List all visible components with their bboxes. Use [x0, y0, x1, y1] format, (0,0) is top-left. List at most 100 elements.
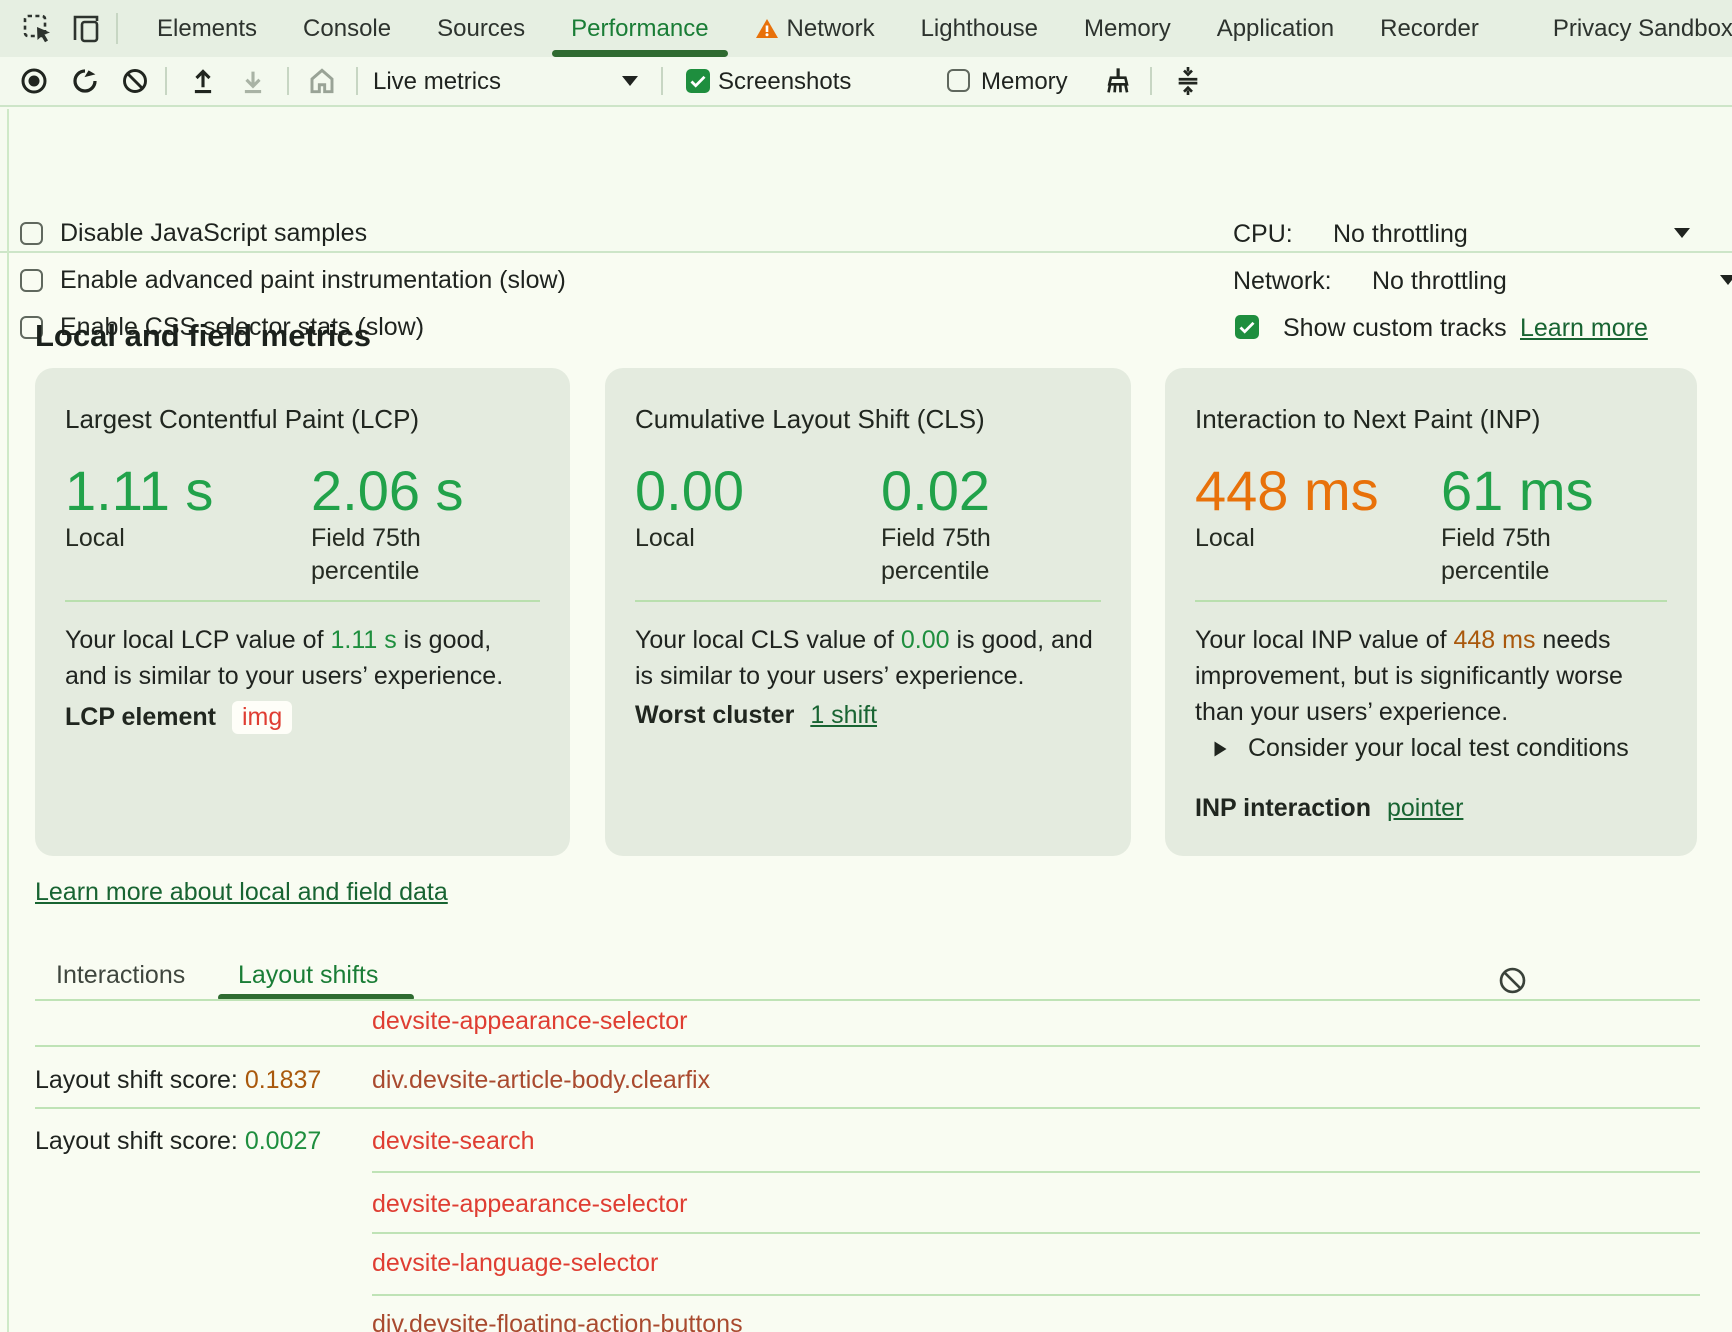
score-label: Layout shift score:	[35, 1127, 245, 1155]
layout-shift-score: Layout shift score: 0.0027	[35, 1127, 321, 1156]
tab-label: Console	[303, 15, 391, 43]
memory-label: Memory	[981, 68, 1068, 96]
device-toolbar-icon[interactable]	[70, 14, 104, 44]
inp-interaction-link[interactable]: pointer	[1387, 794, 1463, 823]
worst-cluster-label: Worst cluster	[635, 701, 794, 730]
card-title: Cumulative Layout Shift (CLS)	[635, 404, 985, 435]
card-title: Largest Contentful Paint (LCP)	[65, 404, 419, 435]
desc-value: 448 ms	[1454, 626, 1536, 654]
tab-label: Network	[787, 15, 875, 43]
inp-interaction-row: INP interaction pointer	[1195, 794, 1463, 823]
inp-card: Interaction to Next Paint (INP) 448 ms 6…	[1165, 368, 1697, 856]
inp-description: Your local INP value of 448 ms needs imp…	[1195, 622, 1657, 730]
tab-layout-shifts[interactable]: Layout shifts	[238, 961, 378, 990]
lcp-element-row: LCP element img	[65, 701, 292, 734]
tab-elements[interactable]: Elements	[134, 0, 280, 57]
advanced-paint-checkbox[interactable]	[20, 269, 43, 292]
disable-js-samples-option: Disable JavaScript samples	[20, 219, 367, 248]
field-label: Field 75th percentile	[881, 522, 1051, 588]
custom-tracks-label: Show custom tracks	[1283, 314, 1507, 343]
tab-lighthouse[interactable]: Lighthouse	[898, 0, 1061, 57]
screenshots-checkbox[interactable]	[686, 69, 710, 93]
lcp-field-value: 2.06 s	[311, 458, 464, 523]
cpu-select-caret-icon[interactable]	[1674, 228, 1690, 238]
lcp-element-label: LCP element	[65, 703, 216, 732]
home-icon[interactable]	[306, 65, 338, 97]
tab-application[interactable]: Application	[1194, 0, 1357, 57]
devtools-performance-panel: Elements Console Sources Performance Net…	[0, 0, 1732, 1332]
warning-icon	[755, 18, 779, 39]
block-icon[interactable]	[1498, 966, 1527, 995]
score-value: 0.0027	[245, 1127, 321, 1155]
lcp-description: Your local LCP value of 1.11 s is good, …	[65, 622, 527, 694]
mode-select[interactable]: Live metrics	[373, 68, 501, 96]
row-separator	[35, 1045, 1700, 1047]
toolbar-separator	[661, 67, 663, 95]
screenshots-label: Screenshots	[718, 68, 851, 96]
tab-label: Memory	[1084, 15, 1171, 43]
layout-shift-score: Layout shift score: 0.1837	[35, 1066, 321, 1095]
lcp-local-value: 1.11 s	[65, 458, 213, 523]
network-select-caret-icon[interactable]	[1720, 275, 1732, 285]
tab-console[interactable]: Console	[280, 0, 414, 57]
tab-label: Performance	[571, 15, 708, 43]
tab-interactions[interactable]: Interactions	[56, 961, 185, 990]
layout-shift-element-link[interactable]: devsite-appearance-selector	[372, 1190, 687, 1219]
reload-icon[interactable]	[70, 66, 100, 96]
desc-value: 0.00	[901, 626, 950, 654]
tab-privacy-sandbox[interactable]: Privacy Sandbox	[1530, 0, 1732, 57]
disable-js-samples-checkbox[interactable]	[20, 222, 43, 245]
score-label: Layout shift score:	[35, 1066, 245, 1094]
upload-icon[interactable]	[188, 66, 218, 96]
cpu-throttling-select[interactable]: No throttling	[1333, 220, 1468, 249]
tab-recorder[interactable]: Recorder	[1357, 0, 1502, 57]
collapse-icon[interactable]	[1172, 65, 1204, 97]
gc-broom-icon[interactable]	[1100, 65, 1132, 97]
cpu-label: CPU:	[1233, 220, 1293, 249]
download-icon[interactable]	[238, 66, 268, 96]
toolbar-separator	[165, 67, 167, 95]
network-throttling-select[interactable]: No throttling	[1372, 267, 1507, 296]
tab-memory[interactable]: Memory	[1061, 0, 1194, 57]
capture-settings: Disable JavaScript samples Enable advanc…	[0, 107, 1732, 253]
layout-shift-element-link[interactable]: devsite-language-selector	[372, 1249, 658, 1278]
metrics-heading: Local and field metrics	[35, 318, 371, 354]
lcp-element-chip[interactable]: img	[232, 701, 292, 734]
score-value: 0.1837	[245, 1066, 321, 1094]
mode-select-caret-icon[interactable]	[622, 76, 638, 86]
local-label: Local	[1195, 522, 1255, 555]
toolbar-separator	[1150, 67, 1152, 95]
cls-field-value: 0.02	[881, 458, 990, 523]
custom-tracks-learn-more-link[interactable]: Learn more	[1520, 314, 1648, 343]
tab-network[interactable]: Network	[732, 0, 898, 57]
cls-card: Cumulative Layout Shift (CLS) 0.00 0.02 …	[605, 368, 1131, 856]
tab-label: Elements	[157, 15, 257, 43]
tab-label: Lighthouse	[921, 15, 1038, 43]
layout-shift-element-link[interactable]: devsite-appearance-selector	[372, 1007, 687, 1036]
network-label: Network:	[1233, 267, 1332, 296]
field-data-learn-more-link[interactable]: Learn more about local and field data	[35, 878, 448, 907]
card-divider	[65, 600, 540, 602]
card-divider	[1195, 600, 1667, 602]
local-label: Local	[635, 522, 695, 555]
layout-shift-element-link[interactable]: div.devsite-floating-action-buttons	[372, 1310, 743, 1332]
panel-tabs: Elements Console Sources Performance Net…	[134, 0, 1732, 57]
custom-tracks-checkbox[interactable]	[1235, 315, 1259, 339]
inp-local-value: 448 ms	[1195, 458, 1379, 523]
layout-shift-element-link[interactable]: div.devsite-article-body.clearfix	[372, 1066, 710, 1095]
local-test-conditions-disclosure[interactable]: Consider your local test conditions	[1213, 734, 1629, 763]
memory-checkbox[interactable]	[947, 69, 970, 92]
tab-sources[interactable]: Sources	[414, 0, 548, 57]
inp-interaction-label: INP interaction	[1195, 794, 1371, 823]
tab-label: Application	[1217, 15, 1334, 43]
cls-description: Your local CLS value of 0.00 is good, an…	[635, 622, 1097, 694]
clear-icon[interactable]	[121, 67, 149, 95]
inspect-icon[interactable]	[22, 13, 54, 45]
record-icon[interactable]	[19, 66, 49, 96]
worst-cluster-link[interactable]: 1 shift	[810, 701, 877, 730]
panel-left-border	[7, 109, 9, 1332]
tab-performance[interactable]: Performance	[548, 0, 731, 57]
layout-shift-element-link[interactable]: devsite-search	[372, 1127, 535, 1156]
desc-text: Your local CLS value of	[635, 626, 901, 654]
devtools-tabbar: Elements Console Sources Performance Net…	[0, 0, 1732, 58]
